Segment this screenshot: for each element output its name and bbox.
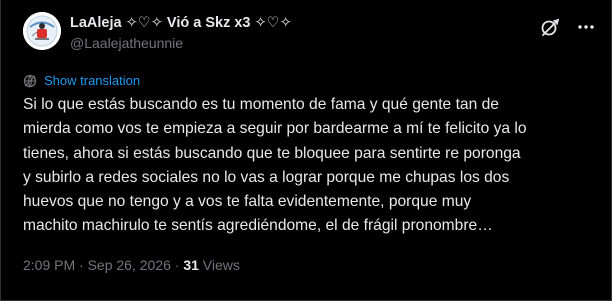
tweet-text: Si lo que estás buscando es tu momento d… — [23, 93, 603, 239]
meta-separator: · — [170, 257, 184, 273]
views-count: 31 — [183, 257, 199, 273]
grok-icon[interactable] — [539, 16, 561, 38]
user-info: LaAleja ✧♡✧ Vió a Skz x3 ✧♡✧ @Laalejathe… — [70, 14, 292, 52]
show-translation-label[interactable]: Show translation — [44, 73, 140, 89]
more-icon[interactable] — [575, 18, 597, 36]
avatar[interactable] — [23, 12, 61, 50]
user-handle[interactable]: @Laalejatheunnie — [70, 34, 292, 52]
tweet-date[interactable]: Sep 26, 2026 — [88, 257, 171, 273]
tweet-line: machito machirulo te sentís agrediéndome… — [23, 217, 493, 235]
meta-separator: · — [75, 257, 88, 273]
tweet-card: LaAleja ✧♡✧ Vió a Skz x3 ✧♡✧ @Laalejathe… — [0, 0, 612, 301]
tweet-line: y subirlo a redes sociales no lo vas a l… — [23, 168, 510, 186]
tweet-line: mierda como vos te empieza a seguir por … — [23, 120, 527, 138]
tweet-time[interactable]: 2:09 PM — [23, 257, 75, 273]
views-label: Views — [198, 257, 240, 273]
tweet-meta: 2:09 PM · Sep 26, 2026 · 31 Views — [23, 256, 240, 274]
tweet-line: Si lo que estás buscando es tu momento d… — [23, 96, 499, 113]
tweet-line: tienes, ahora si estás buscando que te b… — [23, 144, 521, 162]
display-name[interactable]: LaAleja ✧♡✧ Vió a Skz x3 ✧♡✧ — [70, 14, 292, 32]
show-translation-link[interactable]: Show translation — [23, 73, 140, 89]
globe-icon — [23, 74, 37, 88]
tweet-line: huevos que no tengo y a vos te falta evi… — [23, 193, 472, 211]
